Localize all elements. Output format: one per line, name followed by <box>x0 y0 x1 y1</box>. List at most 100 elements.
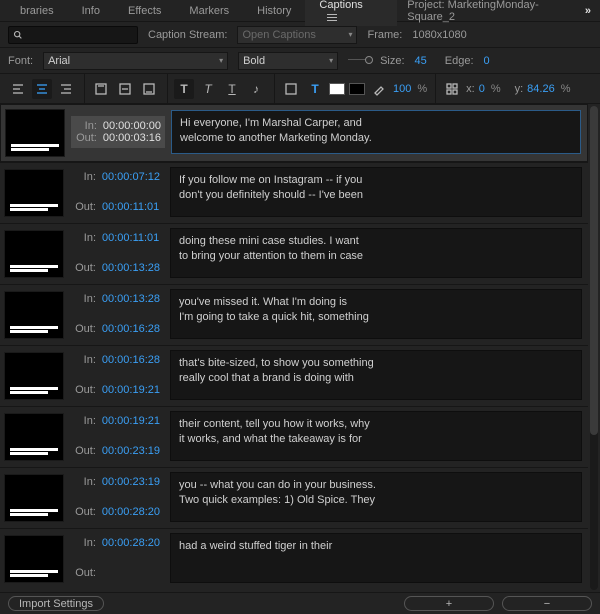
remove-caption-button[interactable] <box>502 596 592 611</box>
align-center-button[interactable] <box>32 79 52 99</box>
in-timecode[interactable]: 00:00:00:00 <box>103 120 161 132</box>
caption-row[interactable]: In:00:00:13:28Out:00:00:16:28you've miss… <box>0 284 588 345</box>
in-timecode[interactable]: 00:00:19:21 <box>102 415 160 427</box>
underline-button[interactable]: T <box>222 79 242 99</box>
timecode-column: In:00:00:13:28Out:00:00:16:28 <box>70 289 164 339</box>
caption-text[interactable]: you -- what you can do in your business.… <box>170 472 582 522</box>
align-group <box>8 74 85 103</box>
tab-info[interactable]: Info <box>68 1 114 20</box>
chevron-down-icon: ▾ <box>219 56 223 65</box>
search-input[interactable] <box>8 26 138 44</box>
font-weight-select[interactable]: Bold▾ <box>238 52 338 70</box>
out-timecode[interactable]: 00:00:13:28 <box>102 262 160 274</box>
font-size-slider[interactable] <box>348 59 370 65</box>
caption-thumbnail <box>4 535 64 583</box>
caption-row[interactable]: In:00:00:28:20Out:had a weird stuffed ti… <box>0 528 588 589</box>
timecode-column: In:00:00:23:19Out:00:00:28:20 <box>70 472 164 522</box>
caption-text[interactable]: Hi everyone, I'm Marshal Carper, and wel… <box>171 110 581 154</box>
size-value[interactable]: 45 <box>415 55 427 67</box>
caption-text[interactable]: you've missed it. What I'm doing is I'm … <box>170 289 582 339</box>
place-top-button[interactable] <box>91 79 111 99</box>
out-timecode[interactable]: 00:00:11:01 <box>102 201 159 213</box>
caption-stream-label: Caption Stream: <box>148 29 227 41</box>
in-timecode[interactable]: 00:00:16:28 <box>102 354 160 366</box>
frame-label: Frame: <box>367 29 402 41</box>
timecode-column: In:00:00:16:28Out:00:00:19:21 <box>70 350 164 400</box>
footer: Import Settings <box>0 592 600 614</box>
caption-row[interactable]: In:00:00:00:00Out:00:00:03:16Hi everyone… <box>0 104 588 162</box>
caption-row[interactable]: In:00:00:16:28Out:00:00:19:21that's bite… <box>0 345 588 406</box>
text-color-swatch[interactable] <box>329 83 345 95</box>
placement-group <box>91 74 168 103</box>
align-right-button[interactable] <box>56 79 76 99</box>
out-timecode[interactable]: 00:00:23:19 <box>102 445 160 457</box>
size-label: Size: <box>380 55 404 67</box>
caption-row[interactable]: In:00:00:07:12Out:00:00:11:01If you foll… <box>0 162 588 223</box>
place-bottom-button[interactable] <box>139 79 159 99</box>
opacity-value[interactable]: 100 <box>393 83 411 95</box>
opacity-pct: % <box>417 83 427 95</box>
tab-markers[interactable]: Markers <box>175 1 243 20</box>
caption-text[interactable]: had a weird stuffed tiger in their <box>170 533 582 583</box>
out-timecode[interactable]: 00:00:16:28 <box>102 323 160 335</box>
pos-x-value[interactable]: 0 <box>479 83 485 95</box>
pos-y-value[interactable]: 84.26 <box>527 83 555 95</box>
timecode-column: In:00:00:28:20Out: <box>70 533 164 583</box>
project-label: Project: MarketingMonday-Square_2 <box>407 0 585 23</box>
italic-button[interactable]: T <box>198 79 218 99</box>
tab-effects[interactable]: Effects <box>114 1 175 20</box>
caption-row[interactable]: In:00:00:11:01Out:00:00:13:28doing these… <box>0 223 588 284</box>
caption-thumbnail <box>4 474 64 522</box>
timecode-column: In:00:00:00:00Out:00:00:03:16 <box>71 116 165 148</box>
panel-menu-icon[interactable] <box>327 14 337 21</box>
out-timecode[interactable]: 00:00:03:16 <box>103 132 161 144</box>
in-timecode[interactable]: 00:00:23:19 <box>102 476 160 488</box>
caption-text[interactable]: If you follow me on Instagram -- if you … <box>170 167 582 217</box>
style-group: T T T ♪ <box>174 74 275 103</box>
add-caption-button[interactable] <box>404 596 494 611</box>
caption-thumbnail <box>4 352 64 400</box>
caption-list: In:00:00:00:00Out:00:00:03:16Hi everyone… <box>0 104 600 592</box>
text-color-button[interactable]: T <box>305 79 325 99</box>
tab-libraries[interactable]: braries <box>6 1 68 20</box>
overflow-icon[interactable]: » <box>585 5 594 17</box>
chevron-down-icon: ▾ <box>329 56 333 65</box>
color-group: T 100 % <box>281 74 436 103</box>
out-timecode[interactable]: 00:00:28:20 <box>102 506 160 518</box>
position-group: x: 0 % y: 84.26 % <box>442 74 578 103</box>
font-family-select[interactable]: Arial▾ <box>43 52 228 70</box>
bold-button[interactable]: T <box>174 79 194 99</box>
text-bg-toggle[interactable] <box>281 79 301 99</box>
pos-x-label: x: <box>466 83 475 95</box>
tab-history[interactable]: History <box>243 1 305 20</box>
timecode-column: In:00:00:07:12Out:00:00:11:01 <box>70 167 164 217</box>
caption-text[interactable]: doing these mini case studies. I want to… <box>170 228 582 278</box>
edge-value[interactable]: 0 <box>484 55 490 67</box>
tab-captions[interactable]: Captions <box>305 0 397 26</box>
caption-row[interactable]: In:00:00:19:21Out:00:00:23:19their conte… <box>0 406 588 467</box>
caption-thumbnail <box>4 230 64 278</box>
in-timecode[interactable]: 00:00:28:20 <box>102 537 160 549</box>
caption-row[interactable]: In:00:00:23:19Out:00:00:28:20you -- what… <box>0 467 588 528</box>
position-grid-button[interactable] <box>442 79 462 99</box>
caption-text[interactable]: that's bite-sized, to show you something… <box>170 350 582 400</box>
import-settings-button[interactable]: Import Settings <box>8 596 104 611</box>
out-timecode[interactable]: 00:00:19:21 <box>102 384 160 396</box>
chevron-down-icon: ▾ <box>348 30 352 39</box>
caption-stream-select[interactable]: Open Captions▾ <box>237 26 357 44</box>
bg-color-swatch[interactable] <box>349 83 365 95</box>
vertical-scrollbar[interactable] <box>590 106 598 590</box>
align-left-button[interactable] <box>8 79 28 99</box>
caption-text[interactable]: their content, tell you how it works, wh… <box>170 411 582 461</box>
caption-thumbnail <box>4 169 64 217</box>
caption-thumbnail <box>4 413 64 461</box>
tab-label: Captions <box>319 0 362 11</box>
edge-label: Edge: <box>445 55 474 67</box>
music-note-button[interactable]: ♪ <box>246 79 266 99</box>
in-timecode[interactable]: 00:00:11:01 <box>102 232 159 244</box>
place-middle-button[interactable] <box>115 79 135 99</box>
panel-tabstrip: braries Info Effects Markers History Cap… <box>0 0 600 22</box>
eyedropper-button[interactable] <box>369 79 389 99</box>
in-timecode[interactable]: 00:00:07:12 <box>102 171 160 183</box>
in-timecode[interactable]: 00:00:13:28 <box>102 293 160 305</box>
